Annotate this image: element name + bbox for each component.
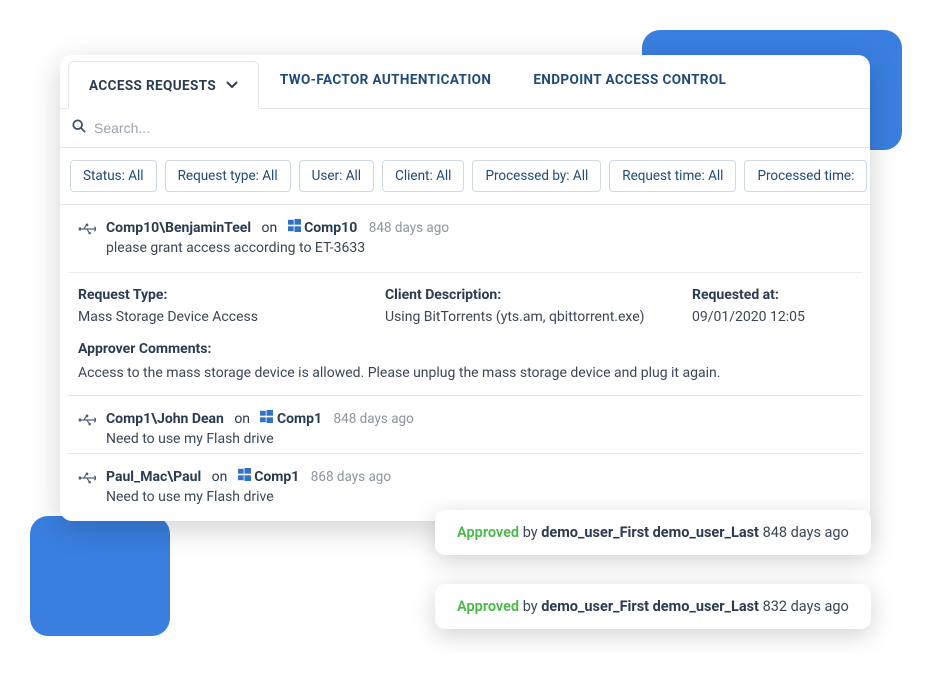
- on-word: on: [261, 220, 277, 236]
- requesting-user: Comp10\BenjaminTeel: [106, 220, 251, 236]
- approver-name: demo_user_First demo_user_Last: [541, 598, 759, 615]
- request-message: please grant access according to ET-3633: [106, 240, 852, 256]
- tab-label: TWO-FACTOR AUTHENTICATION: [280, 72, 491, 88]
- request-title: Paul_Mac\Paul on Comp1 868 days ago: [106, 468, 852, 485]
- host-name: Comp1: [254, 469, 299, 485]
- request-type-label: Request Type:: [78, 287, 355, 303]
- status-badge: Approved: [457, 598, 519, 615]
- requesting-user: Paul_Mac\Paul: [106, 469, 201, 485]
- windows-icon: [238, 469, 254, 485]
- chevron-down-icon: [226, 79, 238, 93]
- approver-name: demo_user_First demo_user_Last: [541, 524, 759, 541]
- filter-user[interactable]: User: All: [299, 160, 374, 192]
- requested-at-value: 09/01/2020 12:05: [692, 309, 852, 325]
- toast-age: 848 days ago: [763, 524, 849, 541]
- request-message: Need to use my Flash drive: [106, 431, 852, 447]
- toast-age: 832 days ago: [763, 598, 849, 615]
- filter-request-type[interactable]: Request type: All: [165, 160, 291, 192]
- filter-bar: Status: All Request type: All User: All …: [60, 148, 870, 205]
- request-title: Comp1\John Dean on Comp1 848 days ago: [106, 410, 852, 427]
- request-card[interactable]: Comp10\BenjaminTeel on Comp10 848 days a…: [68, 205, 862, 396]
- on-word: on: [212, 469, 228, 485]
- by-word: by: [523, 524, 538, 541]
- request-header: Comp1\John Dean on Comp1 848 days ago Ne…: [68, 396, 862, 453]
- search-input[interactable]: [94, 120, 858, 136]
- usb-icon: [78, 470, 96, 489]
- approver-comments: Approver Comments: Access to the mass st…: [68, 341, 862, 395]
- tab-endpoint-access[interactable]: ENDPOINT ACCESS CONTROL: [512, 55, 747, 108]
- windows-icon: [288, 220, 304, 236]
- client-desc-label: Client Description:: [385, 287, 662, 303]
- tab-access-requests[interactable]: ACCESS REQUESTS: [68, 61, 259, 109]
- request-title: Comp10\BenjaminTeel on Comp10 848 days a…: [106, 219, 852, 236]
- access-requests-panel: ACCESS REQUESTS TWO-FACTOR AUTHENTICATIO…: [60, 55, 870, 521]
- filter-processed-by[interactable]: Processed by: All: [472, 160, 601, 192]
- request-age: 868 days ago: [311, 469, 391, 485]
- status-badge: Approved: [457, 524, 519, 541]
- host-name: Comp1: [277, 411, 322, 427]
- filter-status[interactable]: Status: All: [70, 160, 157, 192]
- filter-client[interactable]: Client: All: [382, 160, 464, 192]
- usb-icon: [78, 221, 96, 240]
- tab-bar: ACCESS REQUESTS TWO-FACTOR AUTHENTICATIO…: [60, 55, 870, 109]
- client-desc-value: Using BitTorrents (yts.am, qbittorrent.e…: [385, 309, 662, 325]
- status-toast: Approved by demo_user_First demo_user_La…: [435, 510, 871, 555]
- request-card[interactable]: Comp1\John Dean on Comp1 848 days ago Ne…: [68, 396, 862, 454]
- request-message: Need to use my Flash drive: [106, 489, 852, 505]
- requesting-user: Comp1\John Dean: [106, 411, 224, 427]
- approver-comments-label: Approver Comments:: [78, 341, 852, 357]
- request-type-value: Mass Storage Device Access: [78, 309, 355, 325]
- requested-at-label: Requested at:: [692, 287, 852, 303]
- by-word: by: [523, 598, 538, 615]
- tab-label: ACCESS REQUESTS: [89, 78, 216, 94]
- status-toast: Approved by demo_user_First demo_user_La…: [435, 584, 871, 629]
- approver-comments-value: Access to the mass storage device is all…: [78, 365, 852, 381]
- request-header: Comp10\BenjaminTeel on Comp10 848 days a…: [68, 205, 862, 262]
- tab-label: ENDPOINT ACCESS CONTROL: [533, 72, 726, 88]
- decorative-shape-bl: [30, 516, 170, 636]
- request-age: 848 days ago: [369, 220, 449, 236]
- request-details: Request Type: Mass Storage Device Access…: [68, 272, 862, 333]
- windows-icon: [260, 411, 276, 427]
- request-age: 848 days ago: [334, 411, 414, 427]
- host-name: Comp10: [304, 220, 357, 236]
- tab-two-factor[interactable]: TWO-FACTOR AUTHENTICATION: [259, 55, 512, 108]
- filter-request-time[interactable]: Request time: All: [609, 160, 736, 192]
- usb-icon: [78, 412, 96, 431]
- request-card[interactable]: Paul_Mac\Paul on Comp1 868 days ago Need…: [68, 454, 862, 511]
- filter-processed-time[interactable]: Processed time:: [744, 160, 867, 192]
- search-icon: [72, 119, 86, 137]
- on-word: on: [234, 411, 250, 427]
- search-row: [60, 109, 870, 148]
- request-header: Paul_Mac\Paul on Comp1 868 days ago Need…: [68, 454, 862, 511]
